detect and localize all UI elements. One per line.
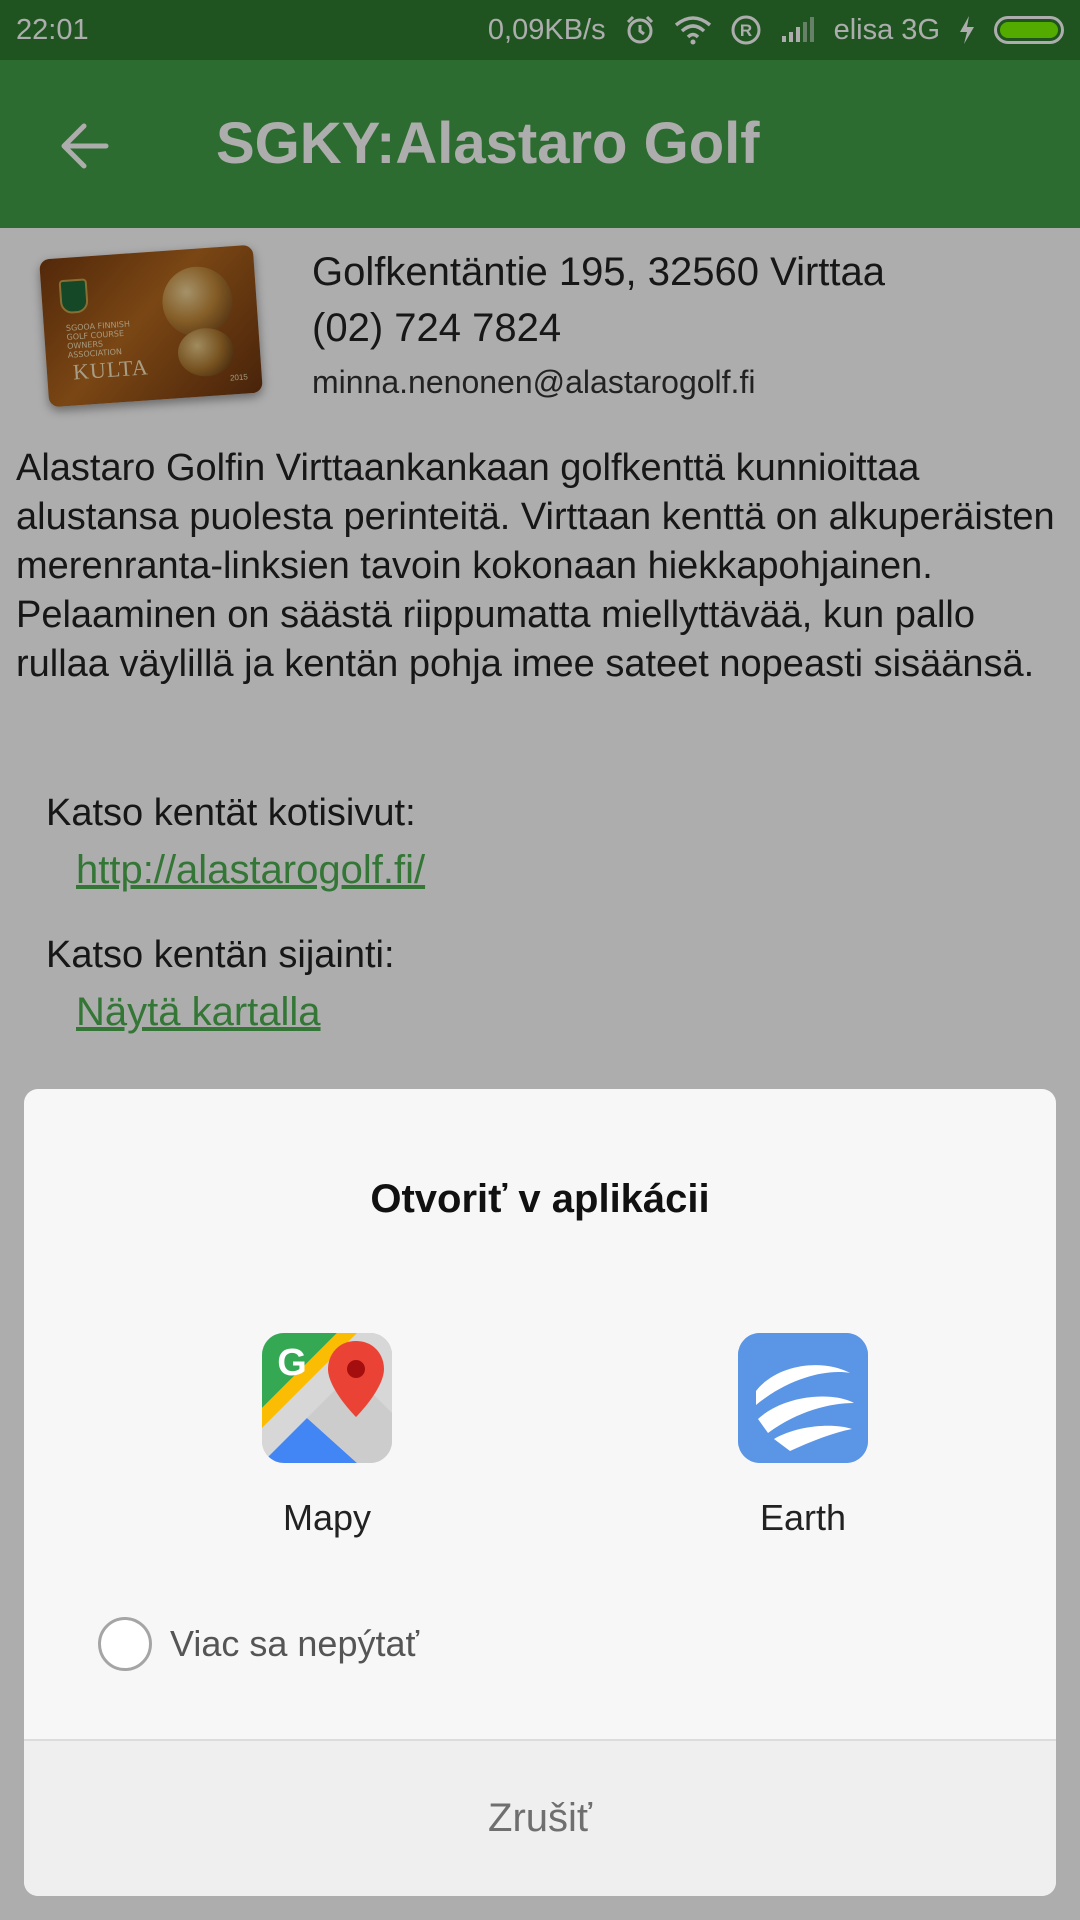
cancel-label: Zrušiť bbox=[488, 1796, 592, 1840]
dont-ask-again-label: Viac sa nepýtať bbox=[170, 1623, 419, 1664]
open-with-dialog: Otvoriť v aplikácii G Mapy Earth Viac sa… bbox=[24, 1089, 1056, 1896]
app-option-earth[interactable]: Earth bbox=[673, 1333, 933, 1539]
app-label-maps: Mapy bbox=[282, 1497, 372, 1538]
dialog-title: Otvoriť v aplikácii bbox=[370, 1177, 710, 1221]
dont-ask-again-checkbox[interactable] bbox=[98, 1617, 152, 1671]
dont-ask-again-row[interactable]: Viac sa nepýtať bbox=[98, 1617, 419, 1671]
cancel-button[interactable]: Zrušiť bbox=[24, 1741, 1056, 1896]
app-option-maps[interactable]: G Mapy bbox=[197, 1333, 457, 1539]
svg-text:G: G bbox=[277, 1342, 307, 1384]
app-label-earth: Earth bbox=[759, 1497, 847, 1538]
google-maps-icon[interactable]: G bbox=[262, 1333, 392, 1463]
google-earth-icon[interactable] bbox=[738, 1333, 868, 1463]
